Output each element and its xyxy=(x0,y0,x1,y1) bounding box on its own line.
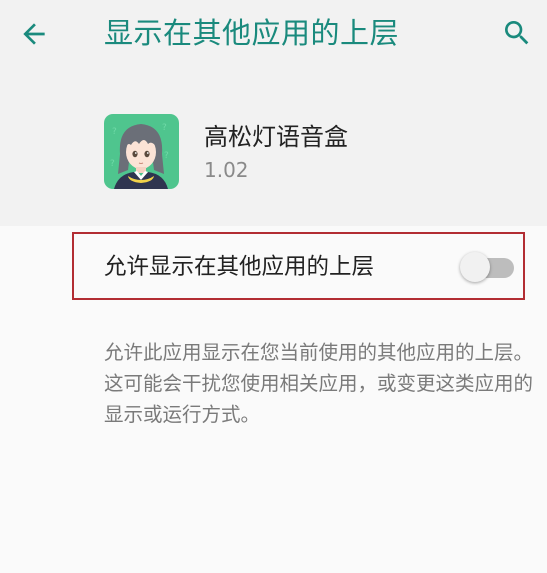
app-icon-image: ? ? ? ? xyxy=(104,114,179,189)
search-button[interactable] xyxy=(496,12,538,54)
toggle-thumb xyxy=(460,252,490,282)
app-icon: ? ? ? ? xyxy=(104,114,179,189)
app-name: 高松灯语音盒 xyxy=(204,123,348,151)
permission-description: 允许此应用显示在您当前使用的其他应用的上层。这可能会干扰您使用相关应用，或变更这… xyxy=(104,341,534,426)
arrow-left-icon xyxy=(23,23,45,45)
toolbar: 显示在其他应用的上层 xyxy=(0,0,547,70)
svg-text:?: ? xyxy=(164,151,169,161)
app-version: 1.02 xyxy=(204,158,249,182)
screen: 显示在其他应用的上层 ? ? ? ? 高松灯语音盒 1.02 允许显示在其他应用… xyxy=(0,0,547,573)
page-title: 显示在其他应用的上层 xyxy=(104,16,400,50)
overlay-permission-toggle[interactable] xyxy=(458,252,518,282)
back-button[interactable] xyxy=(14,14,54,54)
overlay-permission-row[interactable]: 允许显示在其他应用的上层 xyxy=(72,232,525,300)
svg-text:?: ? xyxy=(162,123,167,133)
search-icon xyxy=(505,21,529,45)
svg-text:?: ? xyxy=(110,159,115,169)
svg-text:?: ? xyxy=(112,127,117,137)
app-header: 显示在其他应用的上层 ? ? ? ? 高松灯语音盒 1.02 xyxy=(0,0,547,226)
permission-label: 允许显示在其他应用的上层 xyxy=(104,254,375,280)
